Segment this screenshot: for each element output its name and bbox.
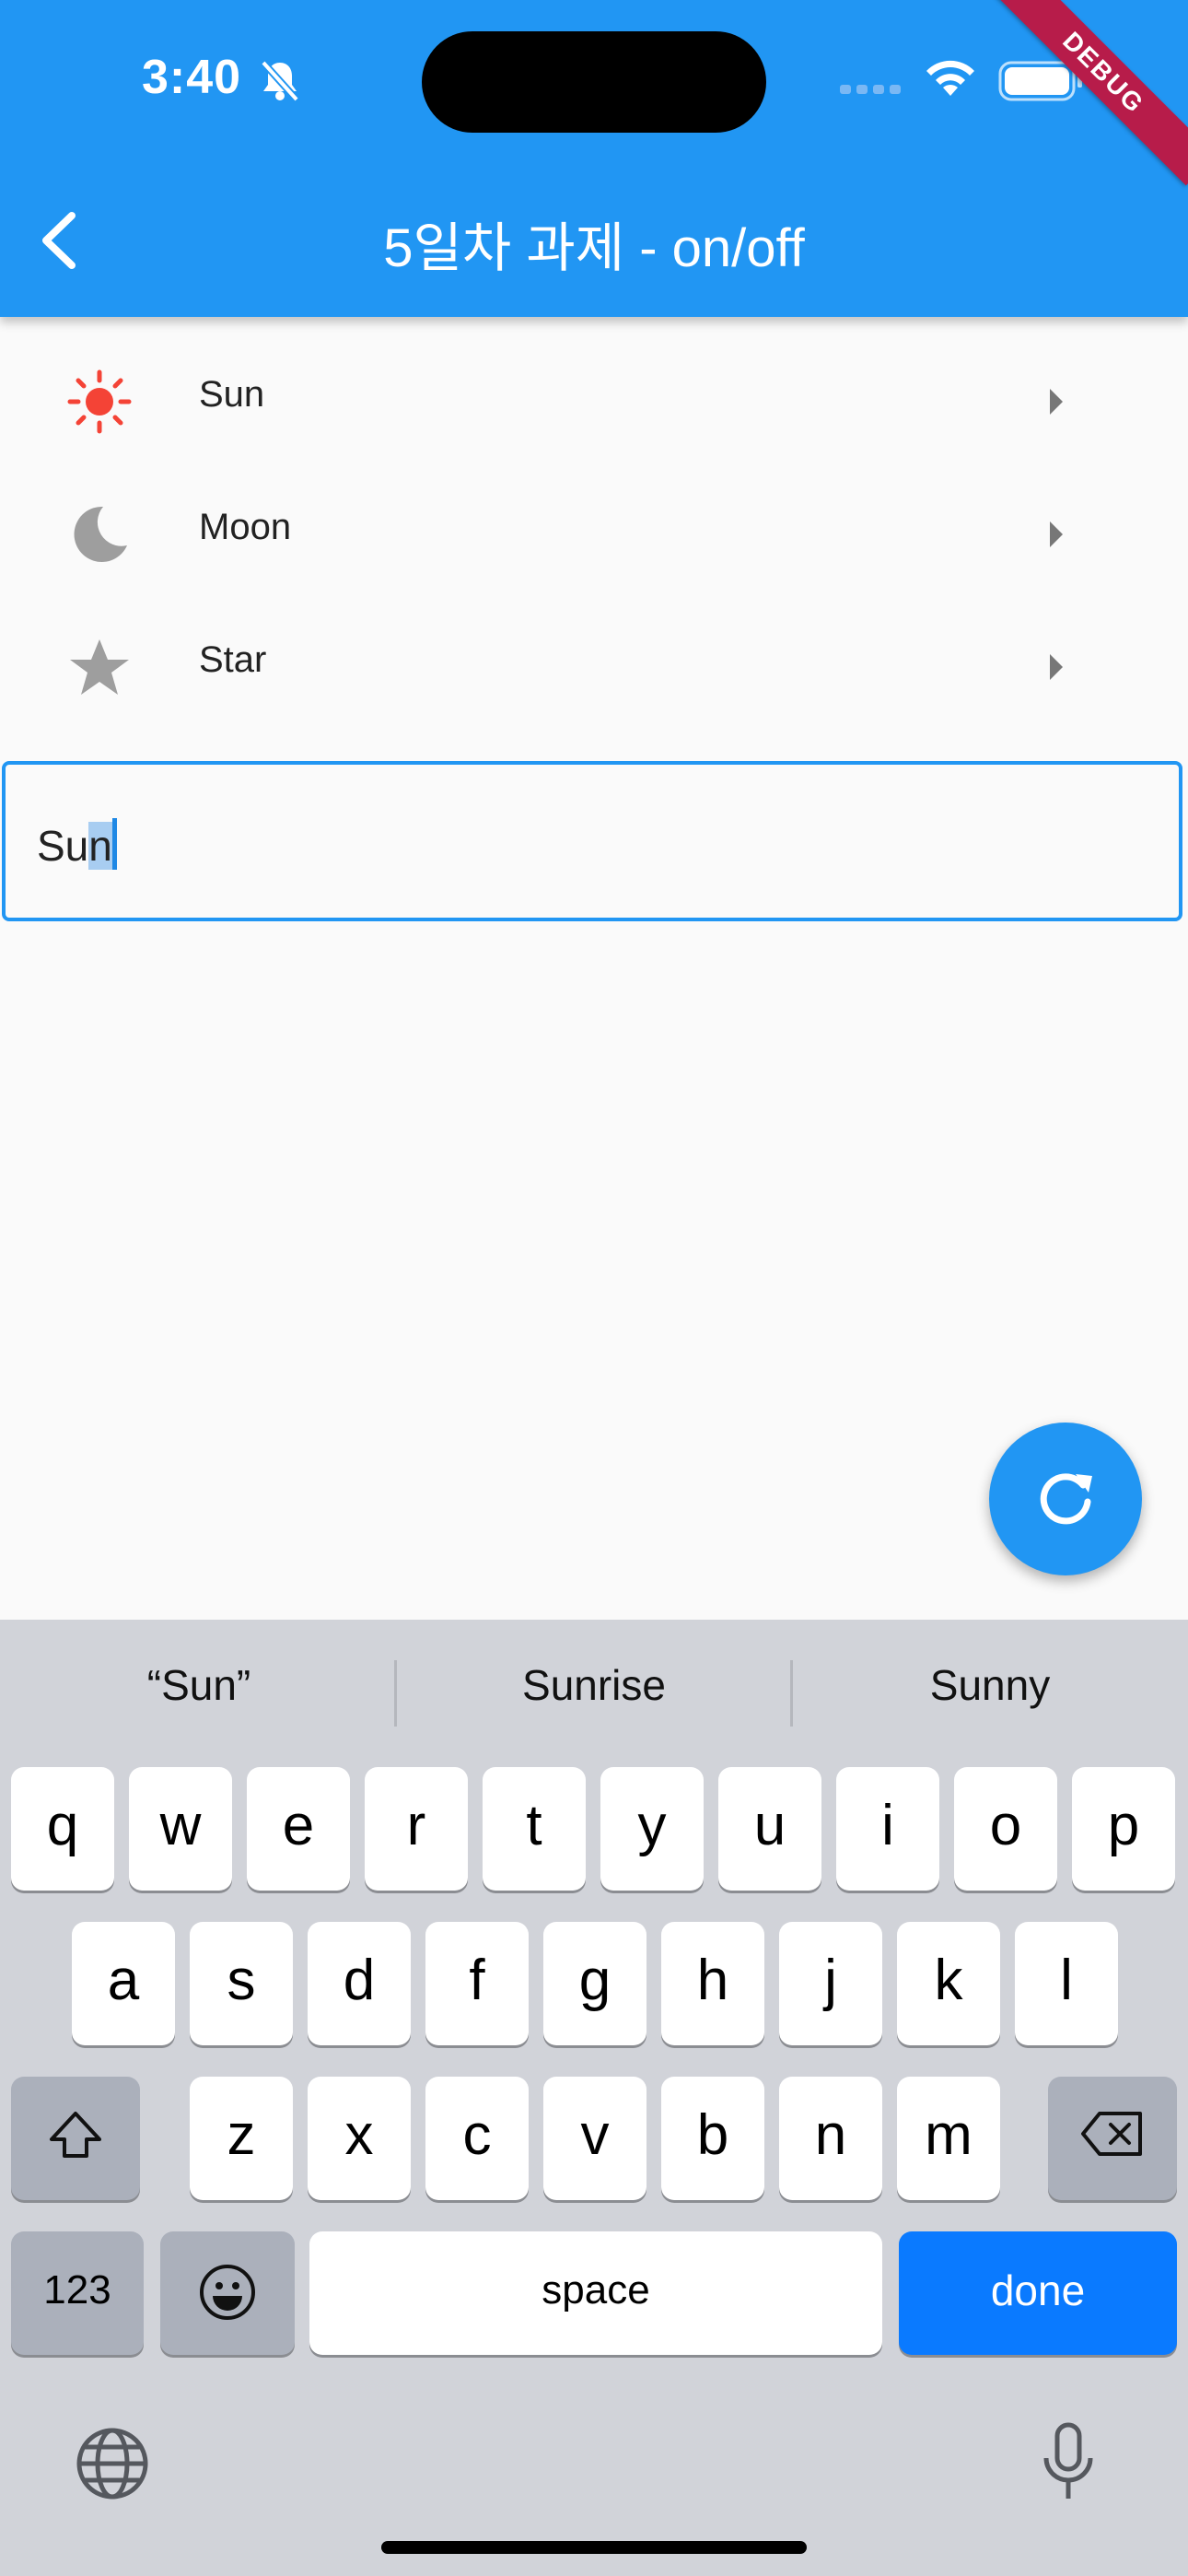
backspace-key[interactable] — [1048, 2077, 1177, 2200]
key-g[interactable]: g — [543, 1922, 646, 2045]
suggestion-1[interactable]: “Sun” — [2, 1660, 396, 1710]
arrow-right-icon — [1050, 521, 1063, 547]
suggestion-bar: “Sun” Sunrise Sunny — [0, 1620, 1188, 1762]
arrow-right-icon — [1050, 389, 1063, 415]
key-d[interactable]: d — [308, 1922, 411, 2045]
space-key[interactable]: space — [309, 2231, 882, 2355]
app-bar: 3:40 DEBUG 5일차 과제 - on/off — [0, 0, 1188, 317]
text-input[interactable]: Sun — [2, 761, 1182, 921]
key-p[interactable]: p — [1072, 1767, 1175, 1891]
list-item-label: Star — [199, 639, 267, 680]
backspace-icon — [1081, 2112, 1142, 2156]
key-n[interactable]: n — [779, 2077, 882, 2200]
emoji-icon — [200, 2265, 255, 2320]
key-b[interactable]: b — [661, 2077, 764, 2200]
cellular-signal-icon — [840, 85, 901, 94]
key-k[interactable]: k — [897, 1922, 1000, 2045]
done-key[interactable]: done — [899, 2231, 1177, 2355]
text-input-value: Sun — [37, 818, 117, 871]
shift-key[interactable] — [11, 2077, 140, 2200]
numbers-key[interactable]: 123 — [11, 2231, 144, 2355]
key-o[interactable]: o — [954, 1767, 1057, 1891]
refresh-button[interactable] — [989, 1423, 1142, 1575]
key-y[interactable]: y — [600, 1767, 704, 1891]
globe-icon[interactable] — [76, 2427, 149, 2500]
shift-icon — [50, 2112, 101, 2158]
keyboard: “Sun” Sunrise Sunny q w e r t y u i o p … — [0, 1620, 1188, 2576]
key-f[interactable]: f — [425, 1922, 529, 2045]
wifi-icon — [926, 60, 974, 96]
list-item-star[interactable]: Star — [0, 595, 1188, 728]
key-m[interactable]: m — [897, 2077, 1000, 2200]
refresh-icon — [1040, 1473, 1092, 1525]
key-l[interactable]: l — [1015, 1922, 1118, 2045]
list-item-label: Sun — [199, 374, 265, 415]
key-w[interactable]: w — [129, 1767, 232, 1891]
star-icon — [70, 639, 129, 695]
microphone-icon[interactable] — [1039, 2421, 1098, 2504]
key-z[interactable]: z — [190, 2077, 293, 2200]
arrow-right-icon — [1050, 654, 1063, 680]
home-indicator — [381, 2541, 807, 2554]
bell-off-icon — [261, 60, 299, 102]
key-q[interactable]: q — [11, 1767, 114, 1891]
status-time: 3:40 — [142, 51, 242, 104]
text-input-unselected: Su — [37, 822, 89, 870]
dynamic-island — [422, 31, 766, 133]
key-v[interactable]: v — [543, 2077, 646, 2200]
moon-icon — [74, 506, 127, 562]
emoji-key[interactable] — [160, 2231, 295, 2355]
page-title: 5일차 과제 - on/off — [383, 218, 805, 278]
key-a[interactable]: a — [72, 1922, 175, 2045]
item-list: Sun Moon Star — [0, 330, 1188, 728]
text-caret — [111, 818, 117, 870]
key-e[interactable]: e — [247, 1767, 350, 1891]
key-r[interactable]: r — [365, 1767, 468, 1891]
key-x[interactable]: x — [308, 2077, 411, 2200]
sun-icon — [67, 369, 132, 434]
text-input-selection: n — [88, 822, 112, 870]
list-item-sun[interactable]: Sun — [0, 330, 1188, 463]
list-item-label: Moon — [199, 507, 292, 547]
key-j[interactable]: j — [779, 1922, 882, 2045]
suggestion-3[interactable]: Sunny — [793, 1660, 1187, 1710]
suggestion-2[interactable]: Sunrise — [397, 1660, 791, 1710]
key-u[interactable]: u — [718, 1767, 821, 1891]
key-i[interactable]: i — [836, 1767, 939, 1891]
key-c[interactable]: c — [425, 2077, 529, 2200]
list-item-moon[interactable]: Moon — [0, 463, 1188, 595]
key-h[interactable]: h — [661, 1922, 764, 2045]
key-s[interactable]: s — [190, 1922, 293, 2045]
key-t[interactable]: t — [483, 1767, 586, 1891]
